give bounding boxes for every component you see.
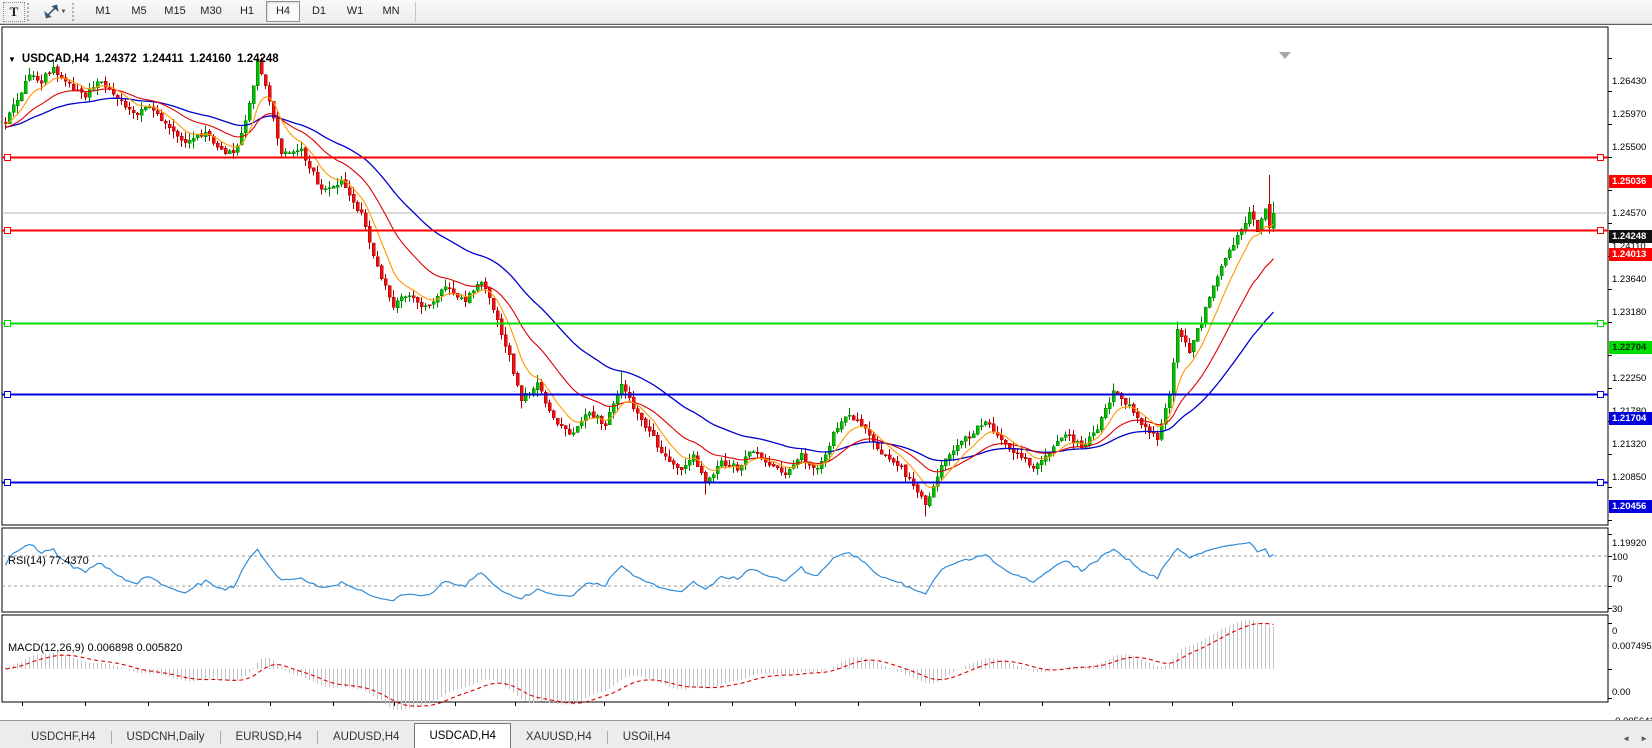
toolbar-separator bbox=[415, 2, 416, 22]
timeframe-button-w1[interactable]: W1 bbox=[338, 1, 372, 22]
rsi-axis-label: 30 bbox=[1612, 604, 1652, 616]
price-line-badge: 1.22704 bbox=[1609, 341, 1652, 354]
price-axis-label: 1.19920 bbox=[1612, 538, 1652, 550]
toolbar-grip bbox=[72, 3, 81, 21]
double-arrow-icon bbox=[44, 4, 59, 19]
price-line-badge: 1.24013 bbox=[1609, 248, 1652, 261]
symbol-tab-usoil[interactable]: USOil,H4 bbox=[608, 726, 686, 748]
line-anchor-handle[interactable] bbox=[1598, 321, 1604, 327]
timeframe-button-m1[interactable]: M1 bbox=[86, 1, 120, 22]
timeframe-button-group: M1M5M15M30H1H4D1W1MN bbox=[85, 1, 409, 22]
timeframe-button-m30[interactable]: M30 bbox=[194, 1, 228, 22]
ohlc-low: 1.24160 bbox=[190, 53, 232, 65]
symbol-tab-xauusd[interactable]: XAUUSD,H4 bbox=[511, 726, 607, 748]
timeframe-button-m15[interactable]: M15 bbox=[158, 1, 192, 22]
tab-scroll-left-icon[interactable]: ◄ bbox=[1622, 734, 1630, 743]
chart-symbol-timeframe: USDCAD,H4 bbox=[22, 53, 89, 65]
ohlc-high: 1.24411 bbox=[143, 53, 184, 65]
line-anchor-handle[interactable] bbox=[1598, 228, 1604, 234]
symbol-tab-usdchf[interactable]: USDCHF,H4 bbox=[16, 726, 111, 748]
rsi-axis-label: 100 bbox=[1612, 552, 1652, 564]
price-axis-label: 1.24570 bbox=[1612, 208, 1652, 220]
text-tool-label: T bbox=[10, 4, 19, 20]
ohlc-close: 1.24248 bbox=[237, 53, 279, 65]
toolbar: T ▼ M1M5M15M30H1H4D1W1MN bbox=[0, 0, 1652, 24]
chart-window: ▼ USDCAD,H4 1.24372 1.24411 1.24160 1.24… bbox=[0, 24, 1652, 720]
line-anchor-handle[interactable] bbox=[5, 228, 11, 234]
toolbar-grip bbox=[27, 3, 36, 21]
price-axis-label: 1.23640 bbox=[1612, 274, 1652, 286]
price-line-badge: 1.20456 bbox=[1609, 500, 1652, 513]
timeframe-button-d1[interactable]: D1 bbox=[302, 1, 336, 22]
chart-shift-marker-icon[interactable] bbox=[1279, 52, 1291, 59]
tool-dropdown-icon[interactable]: ▼ bbox=[61, 9, 67, 15]
rsi-value: 77.4370 bbox=[49, 555, 89, 567]
macd-axis-label: 0.00 bbox=[1612, 687, 1652, 699]
symbol-tab-audusd[interactable]: AUDUSD,H4 bbox=[318, 726, 414, 748]
crosshair-tool-button[interactable]: ▼ bbox=[40, 3, 70, 21]
symbol-tab-usdcnh[interactable]: USDCNH,Daily bbox=[112, 726, 220, 748]
tab-scroll-right-icon[interactable]: ► bbox=[1640, 734, 1648, 743]
chart-ohlc-header: ▼ USDCAD,H4 1.24372 1.24411 1.24160 1.24… bbox=[8, 53, 279, 65]
line-anchor-handle[interactable] bbox=[5, 480, 11, 486]
macd-indicator-label: MACD(12,26,9) 0.006898 0.005820 bbox=[8, 642, 182, 654]
price-line-badge: 1.25036 bbox=[1609, 175, 1652, 188]
line-anchor-handle[interactable] bbox=[5, 321, 11, 327]
chart-plot-area[interactable] bbox=[0, 25, 1652, 748]
timeframe-button-h1[interactable]: H1 bbox=[230, 1, 264, 22]
symbol-tab-eurusd[interactable]: EURUSD,H4 bbox=[221, 726, 317, 748]
timeframe-button-m5[interactable]: M5 bbox=[122, 1, 156, 22]
timeframe-button-mn[interactable]: MN bbox=[374, 1, 408, 22]
price-axis-label: 1.20850 bbox=[1612, 472, 1652, 484]
ohlc-collapse-icon[interactable]: ▼ bbox=[8, 55, 16, 64]
rsi-indicator-label: RSI(14) 77.4370 bbox=[8, 555, 89, 567]
macd-axis-label: 0.007495 bbox=[1612, 641, 1652, 653]
price-axis-label: 1.25500 bbox=[1612, 142, 1652, 154]
price-axis-label: 1.26430 bbox=[1612, 76, 1652, 88]
symbol-tab-bar: USDCHF,H4USDCNH,DailyEURUSD,H4AUDUSD,H4U… bbox=[0, 720, 1652, 748]
symbol-tab-usdcad[interactable]: USDCAD,H4 bbox=[414, 723, 510, 748]
macd-signal-value: 0.005820 bbox=[136, 642, 182, 654]
line-anchor-handle[interactable] bbox=[1598, 392, 1604, 398]
line-anchor-handle[interactable] bbox=[1598, 480, 1604, 486]
price-line-badge: 1.21704 bbox=[1609, 412, 1652, 425]
line-anchor-handle[interactable] bbox=[5, 392, 11, 398]
price-axis-label: 1.22250 bbox=[1612, 373, 1652, 385]
macd-panel-frame bbox=[2, 615, 1608, 702]
current-price-badge: 1.24248 bbox=[1609, 230, 1652, 243]
line-anchor-handle[interactable] bbox=[1598, 155, 1604, 161]
terminal-window: T ▼ M1M5M15M30H1H4D1W1MN ▼ USDCAD,H4 1.2… bbox=[0, 0, 1652, 748]
timeframe-button-h4[interactable]: H4 bbox=[266, 1, 300, 22]
line-anchor-handle[interactable] bbox=[5, 155, 11, 161]
rsi-axis-label: 70 bbox=[1612, 574, 1652, 586]
price-axis-label: 1.25970 bbox=[1612, 109, 1652, 121]
rsi-axis-label: 0 bbox=[1612, 626, 1652, 638]
tab-scroll-buttons: ◄ ► bbox=[1622, 734, 1648, 743]
macd-main-value: 0.006898 bbox=[87, 642, 133, 654]
ohlc-open: 1.24372 bbox=[95, 53, 137, 65]
price-axis-label: 1.23180 bbox=[1612, 307, 1652, 319]
text-tool-button[interactable]: T bbox=[3, 2, 25, 22]
price-axis-label: 1.21320 bbox=[1612, 439, 1652, 451]
